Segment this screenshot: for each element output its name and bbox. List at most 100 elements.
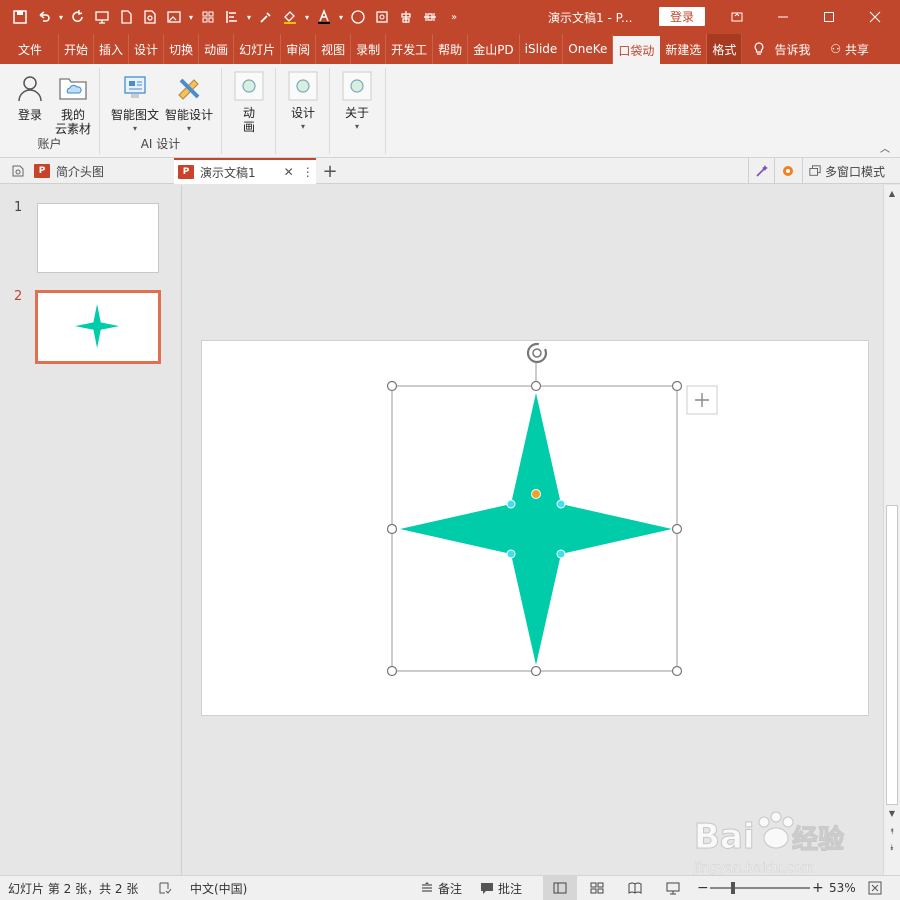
picture-icon[interactable] [162, 5, 186, 29]
fill-color-icon[interactable] [278, 5, 302, 29]
magic-wand-icon[interactable] [748, 158, 774, 184]
save-icon[interactable] [8, 5, 32, 29]
tab-slideshow[interactable]: 幻灯片 [234, 34, 282, 64]
adjustment-handle[interactable] [531, 489, 541, 499]
scrollbar-thumb[interactable] [886, 505, 898, 805]
about-icon [341, 70, 373, 102]
about-button[interactable]: 关于 ▾ [340, 70, 374, 134]
tab-onekey[interactable]: OneKe [563, 34, 614, 64]
person-icon: ⚇ [830, 42, 841, 56]
cloud-label-2: 云素材 [54, 122, 91, 136]
next-slide-icon[interactable]: ⯯ [884, 841, 900, 855]
maximize-icon[interactable] [806, 0, 852, 34]
slide-sorter-icon[interactable] [580, 876, 614, 900]
share-button[interactable]: ⚇ 共享 [825, 34, 874, 64]
slideshow-icon[interactable] [90, 5, 114, 29]
scroll-down-icon[interactable]: ▼ [884, 807, 900, 821]
cloud-materials-button[interactable]: 我的 云素材 [50, 72, 96, 136]
eyedropper-icon[interactable] [254, 5, 278, 29]
zoom-out-icon[interactable]: − [697, 876, 709, 900]
collapse-ribbon-icon[interactable]: ︿ [880, 140, 890, 155]
animation-button[interactable]: 动 画 [232, 70, 266, 134]
smart-image-text-button[interactable]: 智能图文 ▾ [108, 72, 162, 136]
new-file-icon[interactable] [114, 5, 138, 29]
zoom-slider-thumb[interactable] [731, 882, 735, 894]
account-login-button[interactable]: 登录 [10, 72, 50, 122]
print-preview-icon[interactable] [138, 5, 162, 29]
login-button[interactable]: 登录 [659, 7, 705, 26]
powerpoint-window: ▾ ▾ ▾ ▾ ▾ » 演示文稿1 - P... 登录 文件 开始 插入 设计 … [0, 0, 900, 900]
tab-help[interactable]: 帮助 [433, 34, 469, 64]
align-icon[interactable] [220, 5, 244, 29]
ribbon: 登录 我的 云素材 账户 智能图文 ▾ 智能设计 ▾ AI 设计 动 画 设计 … [0, 64, 900, 158]
normal-view-icon[interactable] [543, 876, 577, 900]
dropdown-icon[interactable]: ▾ [336, 5, 346, 29]
zoom-in-icon[interactable]: + [812, 876, 824, 900]
redo-icon[interactable] [66, 5, 90, 29]
notes-button[interactable]: 备注 [420, 876, 462, 900]
layout-options-icon[interactable] [686, 385, 718, 415]
tab-kingsoft-pdf[interactable]: 金山PD [468, 34, 520, 64]
thumbnail-number: 2 [14, 289, 23, 304]
doc-tab-presentation1[interactable]: P 演示文稿1 ✕ ⋮ [174, 158, 316, 184]
dropdown-icon[interactable]: ▾ [244, 5, 254, 29]
tell-me-box[interactable]: 告诉我 [742, 34, 815, 64]
tab-pocket-animation[interactable]: 口袋动 [613, 36, 661, 64]
smart-design-button[interactable]: 智能设计 ▾ [162, 72, 216, 136]
comments-button[interactable]: 批注 [480, 876, 522, 900]
fit-to-window-icon[interactable] [868, 876, 886, 900]
undo-icon[interactable] [32, 5, 56, 29]
smart-image-text-label: 智能图文 [110, 108, 159, 122]
settings-gear-icon[interactable] [774, 158, 800, 184]
multi-window-mode-button[interactable]: 多窗口模式 [802, 158, 900, 184]
tab-record[interactable]: 录制 [351, 34, 387, 64]
tabs-home-icon[interactable] [6, 158, 30, 184]
dropdown-icon[interactable]: ▾ [302, 5, 312, 29]
undo-dropdown-icon[interactable]: ▾ [56, 5, 66, 29]
comments-label: 批注 [498, 881, 523, 896]
accessibility-icon[interactable] [158, 876, 176, 900]
scroll-up-icon[interactable]: ▲ [884, 187, 900, 201]
tab-islide[interactable]: iSlide [520, 34, 564, 64]
tab-review[interactable]: 审阅 [281, 34, 317, 64]
tab-animations[interactable]: 动画 [199, 34, 235, 64]
animation-label-2: 画 [242, 120, 255, 134]
dropdown-icon[interactable]: ▾ [186, 5, 196, 29]
language-indicator[interactable]: 中文(中国) [190, 876, 247, 900]
tab-design[interactable]: 设计 [129, 34, 165, 64]
ribbon-display-options-icon[interactable] [714, 0, 760, 34]
tab-view[interactable]: 视图 [316, 34, 352, 64]
minimize-icon[interactable] [760, 0, 806, 34]
more-commands-icon[interactable]: » [442, 5, 466, 29]
more-options-icon[interactable]: ⋮ [302, 165, 314, 179]
close-icon[interactable] [852, 0, 898, 34]
distribute-icon[interactable] [394, 5, 418, 29]
font-color-icon[interactable] [312, 5, 336, 29]
zoom-level[interactable]: 53% [829, 876, 856, 900]
tab-insert[interactable]: 插入 [94, 34, 130, 64]
design-button[interactable]: 设计 ▾ [286, 70, 320, 134]
rotate-handle-icon[interactable] [526, 342, 548, 364]
tab-format[interactable]: 格式 [707, 34, 743, 64]
distribute-h-icon[interactable] [418, 5, 442, 29]
tab-developer[interactable]: 开发工 [386, 34, 434, 64]
four-point-star-shape[interactable] [400, 393, 672, 665]
circle-shape-icon[interactable] [346, 5, 370, 29]
slide-thumbnail-2[interactable] [35, 290, 161, 364]
new-tab-icon[interactable]: + [318, 158, 342, 184]
previous-slide-icon[interactable]: ⯭ [884, 825, 900, 839]
tab-file[interactable]: 文件 [0, 34, 60, 64]
zoom-slider[interactable] [710, 887, 810, 889]
slideshow-view-icon[interactable] [656, 876, 690, 900]
doc-tab-intro[interactable]: P 简介头图 [34, 158, 174, 184]
crop-icon[interactable] [370, 5, 394, 29]
tab-new-group[interactable]: 新建选 [660, 34, 708, 64]
slide-thumbnail-1[interactable] [37, 203, 159, 273]
vertical-scrollbar[interactable]: ▲ ▼ ⯭ ⯯ [883, 185, 900, 875]
tab-home[interactable]: 开始 [59, 34, 95, 64]
tab-transitions[interactable]: 切换 [164, 34, 200, 64]
close-tab-icon[interactable]: ✕ [284, 165, 294, 179]
reading-view-icon[interactable] [618, 876, 652, 900]
slide-canvas[interactable] [201, 340, 869, 716]
grid-icon[interactable] [196, 5, 220, 29]
